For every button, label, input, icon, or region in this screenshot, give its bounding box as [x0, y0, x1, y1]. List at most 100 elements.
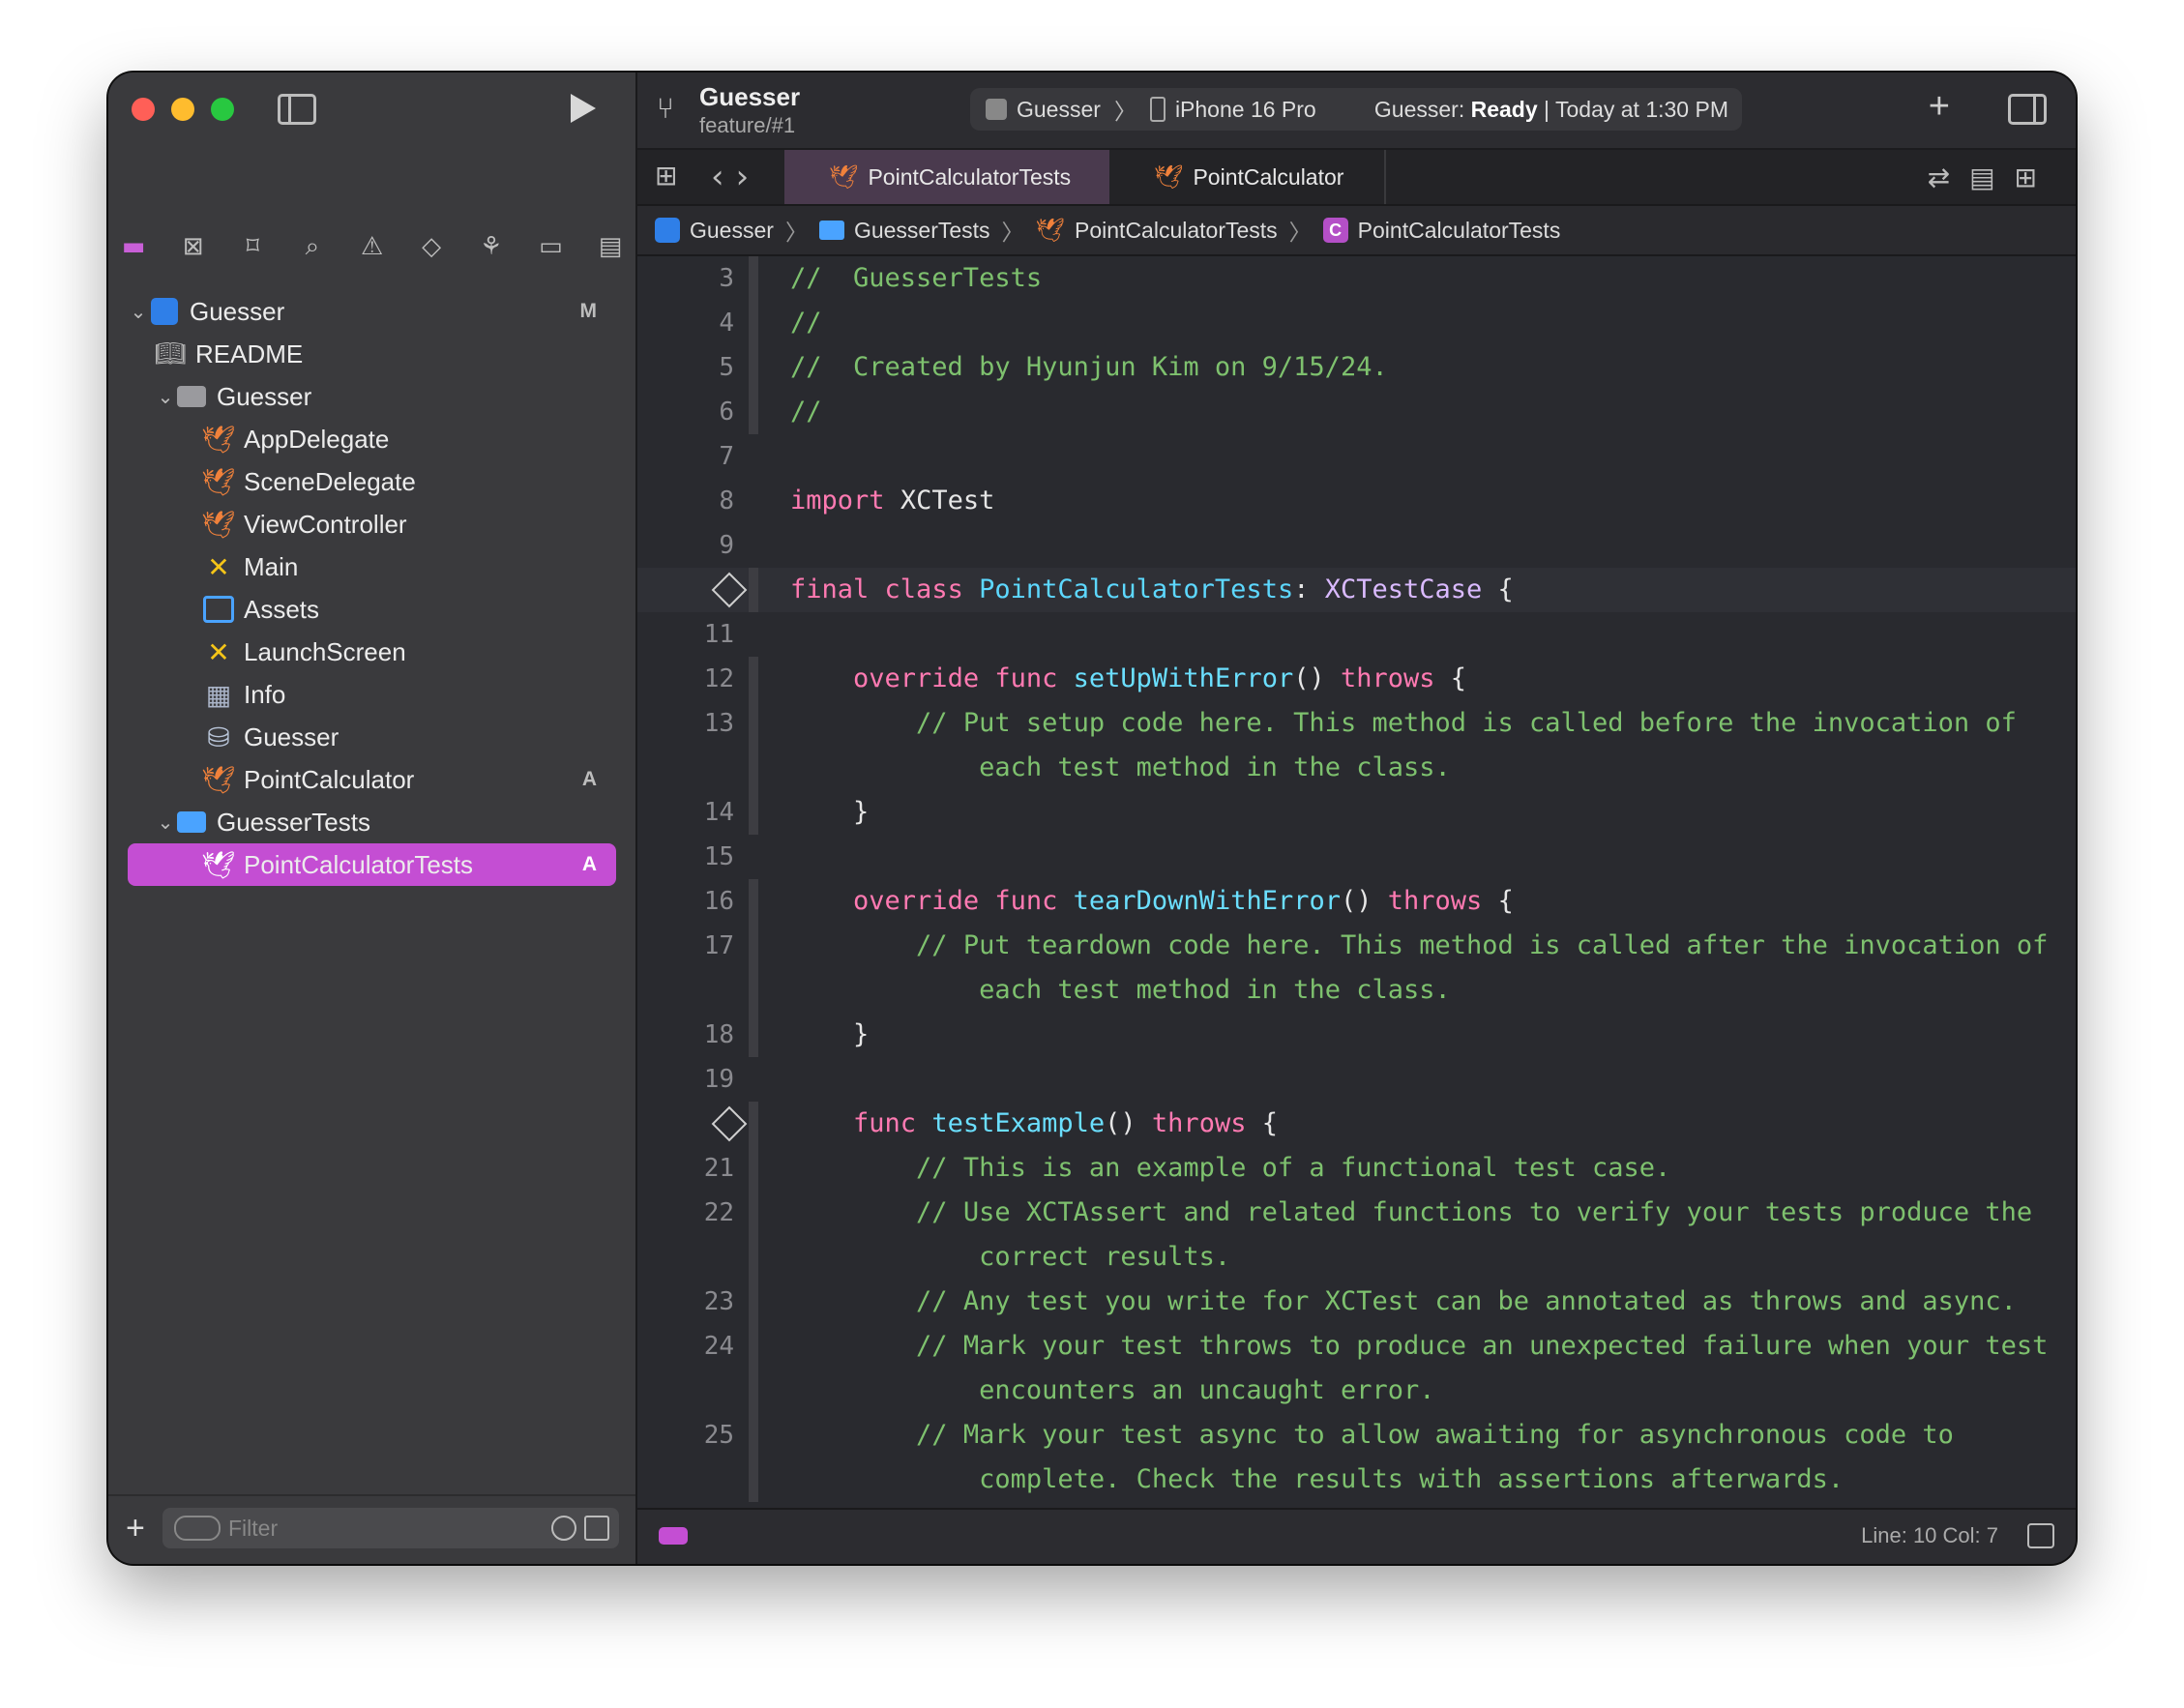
- tab-pointcalculator[interactable]: 🕊︎ PointCalculator: [1109, 150, 1386, 204]
- branch-name[interactable]: feature/#1: [699, 113, 795, 138]
- scm-filter-icon[interactable]: [584, 1516, 609, 1541]
- storyboard-icon: ✕: [207, 550, 230, 583]
- code-text: correct results.: [790, 1235, 1230, 1280]
- code-fold-ribbon[interactable]: [749, 1413, 758, 1458]
- code-fold-ribbon[interactable]: [749, 301, 758, 345]
- tree-item-launchscreen[interactable]: ✕ LaunchScreen: [108, 631, 635, 673]
- code-fold-ribbon[interactable]: [749, 390, 758, 434]
- code-line-wrap: complete. Check the results with asserti…: [637, 1458, 2076, 1502]
- source-editor[interactable]: 3 // GuesserTests 4 // 5 // Created by Hyun…: [637, 256, 2076, 1510]
- code-fold-ribbon[interactable]: [749, 657, 758, 701]
- zoom-window-button[interactable]: [211, 98, 234, 121]
- code-fold-ribbon[interactable]: [749, 968, 758, 1013]
- code-fold-ribbon[interactable]: [749, 701, 758, 746]
- add-file-plus-icon[interactable]: +: [126, 1510, 145, 1547]
- breadcrumb-file[interactable]: 🕊︎ PointCalculatorTests: [1036, 217, 1278, 245]
- code-fold-ribbon[interactable]: [749, 1102, 758, 1146]
- report-icon[interactable]: ▤: [595, 231, 626, 262]
- line-number: 11: [703, 620, 734, 649]
- tree-item-viewcontroller[interactable]: 🕊︎ ViewController: [108, 503, 635, 545]
- code-text: }: [790, 797, 870, 827]
- chevron-down-icon[interactable]: ⌄: [128, 300, 149, 323]
- code-fold-ribbon[interactable]: [749, 1146, 758, 1191]
- debug-area-toggle-icon[interactable]: [2027, 1523, 2054, 1548]
- minimize-window-button[interactable]: [171, 98, 194, 121]
- code-fold-ribbon[interactable]: [749, 1369, 758, 1413]
- tree-item-readme[interactable]: 📖︎ README: [108, 333, 635, 375]
- tree-item-assets[interactable]: Assets: [108, 588, 635, 631]
- code-fold-ribbon[interactable]: [749, 1324, 758, 1369]
- app-icon: [986, 99, 1007, 120]
- tree-item-pointcalculatortests[interactable]: 🕊︎ PointCalculatorTests A: [128, 843, 616, 886]
- tree-item-appdelegate[interactable]: 🕊︎ AppDelegate: [108, 418, 635, 460]
- code-fold-ribbon[interactable]: [749, 568, 758, 612]
- breadcrumb-project[interactable]: Guesser: [655, 218, 774, 244]
- scheme-selector[interactable]: Guesser: [986, 97, 1101, 123]
- device-selector[interactable]: iPhone 16 Pro: [1149, 97, 1316, 123]
- editor-options-icons[interactable]: ⇄▤⊞: [1928, 162, 2056, 193]
- bookmark-icon[interactable]: ⌑: [237, 231, 268, 262]
- code-fold-ribbon[interactable]: [749, 1235, 758, 1280]
- scm-change-indicator[interactable]: [659, 1527, 688, 1545]
- iphone-icon: [1149, 97, 1166, 122]
- code-fold-ribbon[interactable]: [749, 790, 758, 835]
- close-window-button[interactable]: [132, 98, 155, 121]
- branch-icon[interactable]: ⑂: [657, 92, 674, 126]
- tree-item-project[interactable]: ⌄ Guesser M: [108, 290, 635, 333]
- code-fold-ribbon[interactable]: [749, 345, 758, 390]
- tree-item-guessertests-folder[interactable]: ⌄ GuesserTests: [108, 801, 635, 843]
- tree-item-info[interactable]: ▦ Info: [108, 673, 635, 716]
- chevron-right-icon: 〉: [1288, 221, 1312, 246]
- code-fold-ribbon[interactable]: [749, 1191, 758, 1235]
- project-navigator-folder-icon[interactable]: ▬: [118, 231, 149, 262]
- run-icon[interactable]: [571, 94, 596, 123]
- find-icon[interactable]: ⌕: [297, 231, 328, 262]
- breadcrumb-symbol[interactable]: C PointCalculatorTests: [1322, 218, 1560, 244]
- inspector-toggle-icon[interactable]: [2008, 94, 2047, 125]
- code-fold-ribbon[interactable]: [749, 256, 758, 301]
- activity-status: Guesser: Ready | Today at 1:30 PM: [1374, 97, 1728, 123]
- filter-options-icon[interactable]: [174, 1516, 221, 1541]
- filter-input[interactable]: Filter: [162, 1508, 619, 1548]
- recent-files-clock-icon[interactable]: [551, 1516, 576, 1541]
- tree-item-guesser-folder[interactable]: ⌄ Guesser: [108, 375, 635, 418]
- tree-item-datamodel[interactable]: ⛁ Guesser: [108, 716, 635, 758]
- code-fold-ribbon[interactable]: [749, 1013, 758, 1057]
- source-control-icon[interactable]: ⊠: [178, 231, 209, 262]
- back-forward-chevron-icons[interactable]: ‹›: [711, 158, 760, 196]
- chevron-down-icon[interactable]: ⌄: [155, 810, 176, 834]
- function-name: setUpWithError: [1073, 663, 1294, 693]
- tree-item-main[interactable]: ✕ Main: [108, 545, 635, 588]
- tree-item-pointcalculator[interactable]: 🕊︎ PointCalculator A: [108, 758, 635, 801]
- filter-placeholder: Filter: [228, 1516, 279, 1541]
- tree-item-scenedelegate[interactable]: 🕊︎ SceneDelegate: [108, 460, 635, 503]
- test-run-diamond-icon[interactable]: [711, 1105, 748, 1142]
- related-items-grid-icon[interactable]: ⊞: [655, 162, 680, 190]
- folder-icon: [818, 221, 844, 240]
- comment: each test method in the class.: [979, 752, 1451, 782]
- debug-spray-icon[interactable]: ⚘: [476, 231, 507, 262]
- library-plus-icon[interactable]: +: [1929, 86, 1950, 128]
- comment: // Any test you write for XCTest can be …: [916, 1286, 2017, 1316]
- chevron-down-icon[interactable]: ⌄: [155, 385, 176, 408]
- project-title: Guesser: [699, 82, 801, 111]
- test-run-diamond-icon[interactable]: [711, 572, 748, 608]
- code-line-wrap: correct results.: [637, 1235, 2076, 1280]
- comment: encounters an uncaught error.: [979, 1375, 1435, 1405]
- code-line: 8 import XCTest: [637, 479, 2076, 523]
- code-fold-ribbon[interactable]: [749, 879, 758, 924]
- keyword: func: [994, 663, 1058, 693]
- book-icon: 📖︎: [154, 339, 187, 368]
- tab-pointcalculatortests[interactable]: 🕊︎ PointCalculatorTests: [784, 150, 1109, 204]
- code-line: 6 //: [637, 390, 2076, 434]
- code-fold-ribbon[interactable]: [749, 1458, 758, 1502]
- code-fold-ribbon[interactable]: [749, 1280, 758, 1324]
- issue-warning-icon[interactable]: ⚠: [357, 231, 388, 262]
- breadcrumb-folder[interactable]: GuesserTests: [818, 218, 990, 244]
- breakpoint-icon[interactable]: ▭: [535, 231, 566, 262]
- sidebar-toggle-icon[interactable]: [278, 94, 316, 125]
- test-diamond-icon[interactable]: ◇: [416, 231, 447, 262]
- keyword: final: [790, 574, 870, 604]
- code-fold-ribbon[interactable]: [749, 746, 758, 790]
- code-fold-ribbon[interactable]: [749, 924, 758, 968]
